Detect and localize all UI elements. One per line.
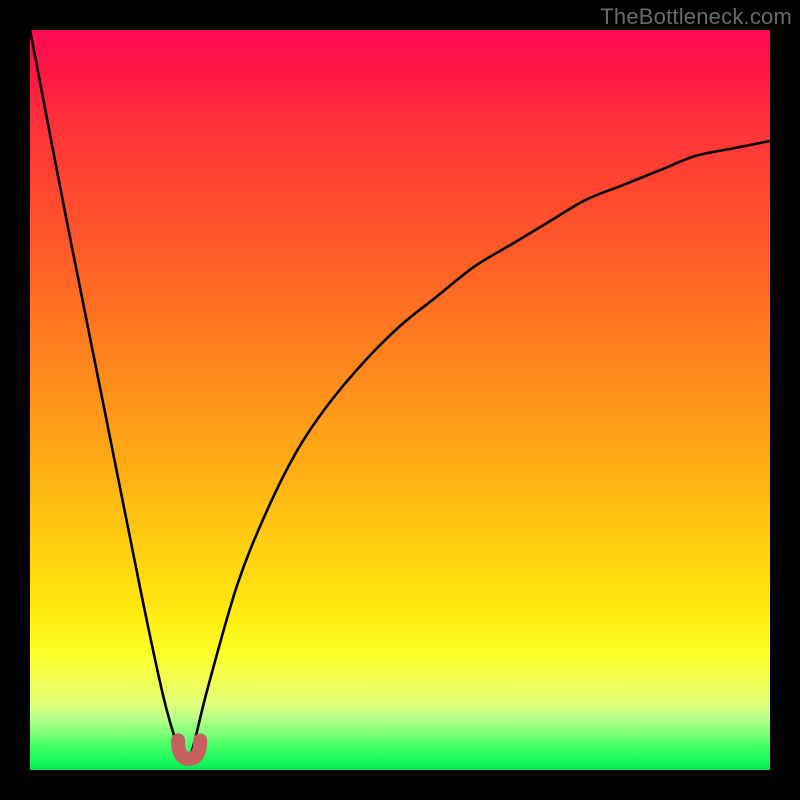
attribution-text: TheBottleneck.com <box>600 4 792 30</box>
chart-canvas: TheBottleneck.com <box>0 0 800 800</box>
bottleneck-curve <box>30 30 770 763</box>
curve-layer <box>30 30 770 770</box>
optimal-marker <box>178 740 200 759</box>
plot-area <box>30 30 770 770</box>
